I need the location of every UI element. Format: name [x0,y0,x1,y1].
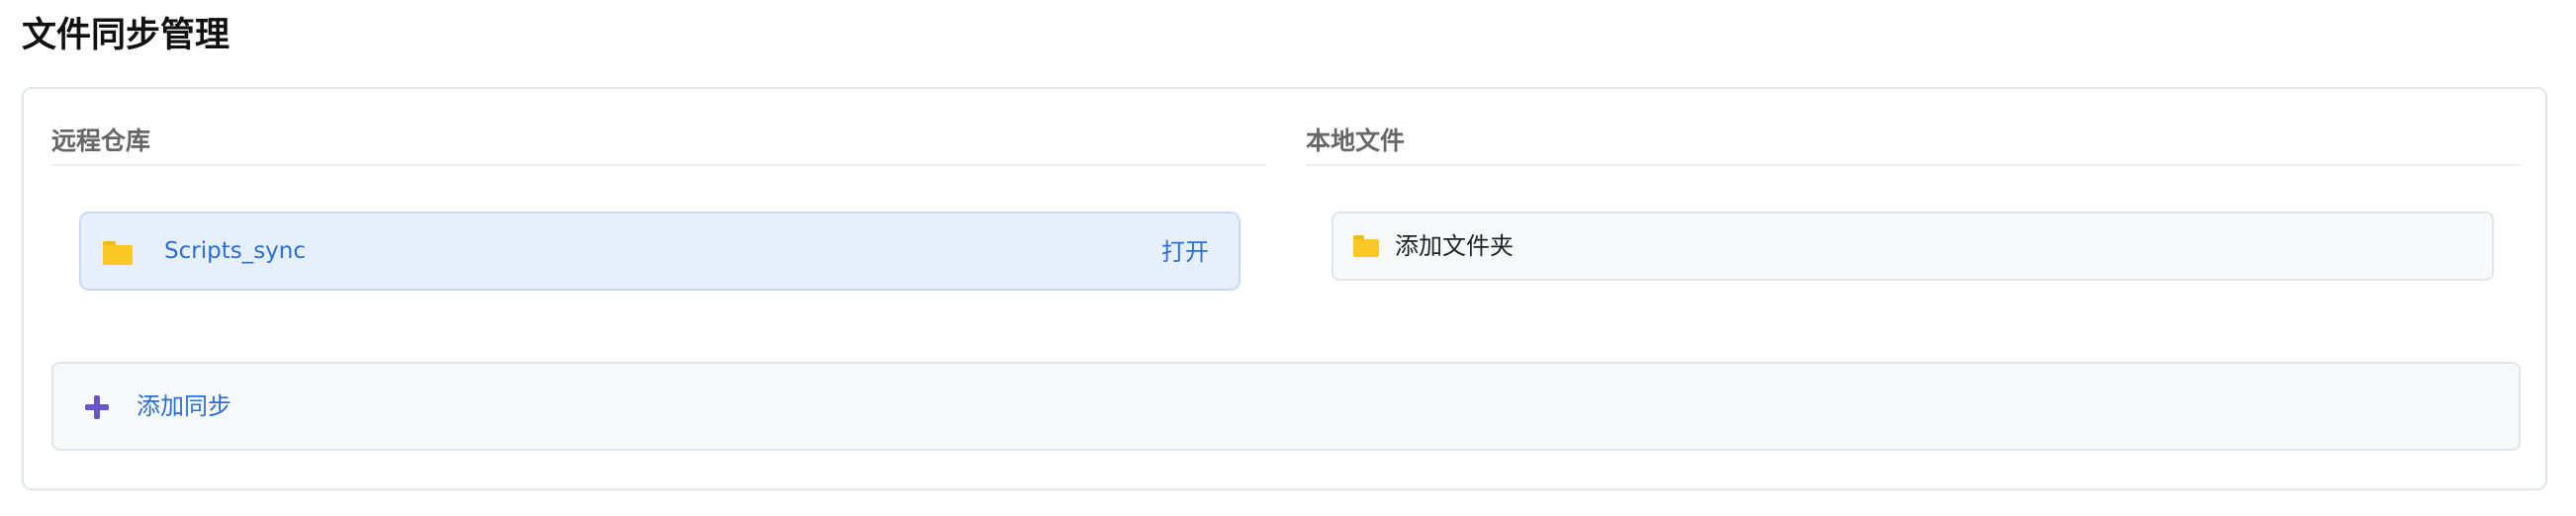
sync-card: 远程仓库 本地文件 Scripts_sync 打开 添加文件夹 添加同步 [22,87,2547,490]
open-button[interactable]: 打开 [1161,214,1209,291]
folder-icon [1353,235,1379,257]
add-folder-button[interactable]: 添加文件夹 [1332,212,2494,281]
page-title: 文件同步管理 [22,16,230,55]
add-sync-label: 添加同步 [137,392,231,420]
remote-repo-item[interactable]: Scripts_sync 打开 [79,212,1241,291]
local-files-heading: 本地文件 [1306,119,2521,166]
folder-icon [103,241,133,265]
plus-icon [85,395,109,419]
repo-name[interactable]: Scripts_sync [164,214,306,289]
add-sync-button[interactable]: 添加同步 [51,362,2521,451]
add-folder-label: 添加文件夹 [1395,232,1514,260]
remote-repo-heading: 远程仓库 [51,119,1266,166]
